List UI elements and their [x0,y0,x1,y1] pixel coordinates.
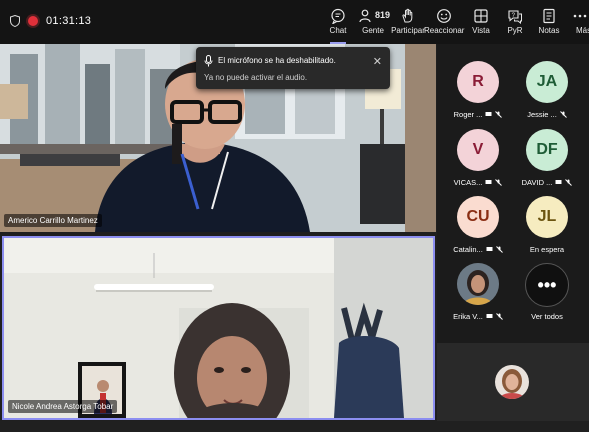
participant-name: Catalin... [453,245,483,254]
shield-icon [10,15,20,27]
more-button[interactable]: Más [566,8,589,42]
mic-off-icon [559,111,567,118]
notes-label: Notas [538,26,560,35]
avatar: DF [526,129,568,171]
people-icon [359,9,371,23]
video-feed-nicole [4,238,433,418]
participant-name: VICAS... [453,178,483,187]
meeting-timer: 01:31:13 [46,15,92,27]
taskbar [0,421,589,432]
screen-icon [485,112,492,116]
avatar: R [457,61,499,103]
participant-name-tag: Americo Carrillo Martinez [4,214,102,227]
grid-icon [474,9,488,23]
notes-icon [543,8,555,24]
participant-tile[interactable]: Erika V... [443,263,513,331]
recording-icon [28,16,38,26]
notification-title: El micrófono se ha deshabilitado. [218,56,336,65]
view-all-button[interactable]: ••• Ver todos [512,263,582,331]
meeting-status: 01:31:13 [10,15,91,27]
participant-name: Roger ... [453,110,483,119]
participant-status: En espera [529,245,565,254]
mic-off-icon [495,246,503,253]
raise-hand-button[interactable]: Participar [388,8,428,42]
participant-name: Jessie ... [527,110,557,119]
participant-tile[interactable]: DF DAVID ... [512,129,582,197]
view-all-label: Ver todos [531,312,563,321]
more-icon: ••• [525,263,569,307]
screen-icon [486,247,493,251]
profile-photo [457,263,499,305]
raise-hand-label: Participar [391,26,425,35]
avatar: JA [526,61,568,103]
participant-tile[interactable]: R Roger ... [443,61,513,129]
more-label: Más [576,26,589,35]
react-label: Reaccionar [424,26,465,35]
participant-tile[interactable]: CU Catalin... [443,196,513,264]
self-avatar [495,365,529,399]
participant-name: DAVID ... [521,178,553,187]
notification-message: Ya no puede activar el audio. [204,73,308,82]
close-icon[interactable]: ✕ [373,55,382,68]
chat-icon [331,8,345,24]
avatar: CU [457,196,499,238]
notes-button[interactable]: Notas [529,8,569,42]
participant-name: Erika V... [453,312,483,321]
meeting-toolbar: 01:31:13 Chat 819 Gente Participar Reacc… [0,0,589,44]
participant-name-tag: Nicole Andrea Astorga Tobar [8,400,118,413]
self-photo [495,365,529,399]
avatar-photo [457,263,499,305]
mic-off-icon [495,179,503,186]
avatar: JL [526,196,568,238]
microphone-icon [204,55,213,67]
chat-button[interactable]: Chat [318,8,358,44]
screen-icon [486,314,493,318]
mic-off-icon [495,111,503,118]
mic-off-icon [496,313,503,320]
screen-icon [485,180,492,184]
screen-icon [555,180,562,184]
participant-tile[interactable]: V VICAS... [443,129,513,197]
participant-tile[interactable]: JA Jessie ... [512,61,582,129]
self-view[interactable] [437,343,589,421]
mic-off-icon [565,179,573,186]
people-button[interactable]: 819 Gente [353,8,393,42]
mic-disabled-notification: El micrófono se ha deshabilitado. Ya no … [196,47,390,89]
people-label: Gente [362,26,384,35]
more-icon [573,14,587,18]
qa-icon: ? [508,10,522,24]
hand-icon [402,8,413,23]
emoji-icon [437,9,451,23]
avatar: V [457,129,499,171]
video-tile-nicole[interactable]: Nicole Andrea Astorga Tobar [2,236,435,420]
chat-label: Chat [329,26,347,35]
participant-tile[interactable]: JL En espera [512,196,582,264]
react-button[interactable]: Reaccionar [424,8,464,42]
